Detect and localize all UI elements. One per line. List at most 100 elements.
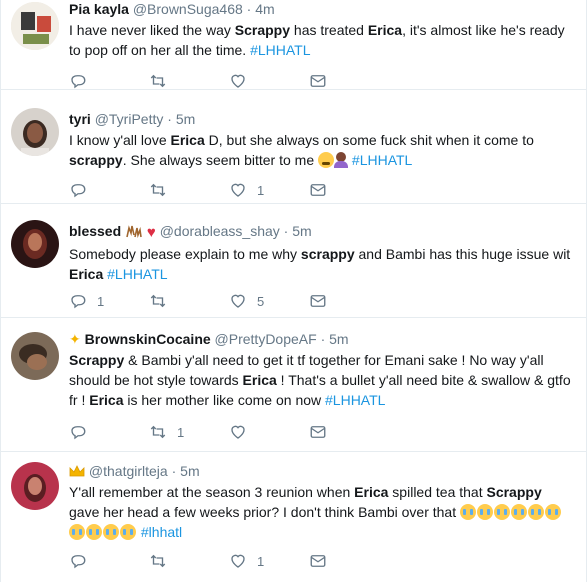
avatar[interactable] [11, 2, 59, 50]
retweet-button[interactable] [149, 552, 229, 570]
like-button[interactable]: 1 [229, 181, 309, 199]
display-name[interactable]: tyri [69, 111, 91, 127]
tweet-actions: 1 [69, 422, 389, 442]
reply-button[interactable] [69, 552, 149, 570]
highlighted-keyword: Scrappy [69, 352, 125, 368]
like-button[interactable]: 1 [229, 552, 309, 570]
like-count: 5 [257, 293, 265, 309]
hashtag-link[interactable]: #LHHATL [325, 392, 385, 408]
cry-emoji [477, 504, 494, 520]
cry-emoji [511, 504, 528, 520]
like-button[interactable]: 5 [229, 292, 309, 310]
heart-icon [231, 554, 245, 568]
highlighted-keyword: Scrappy [486, 484, 542, 500]
highlighted-keyword: Erica [170, 132, 205, 148]
user-handle[interactable]: @TyriPetty [95, 111, 164, 127]
retweet-icon [150, 183, 166, 197]
avatar[interactable] [11, 462, 59, 510]
reply-button[interactable] [69, 423, 149, 441]
user-handle[interactable]: @PrettyDopeAF [215, 331, 317, 347]
timestamp[interactable]: 5m [180, 463, 199, 479]
display-name[interactable]: BrownskinCocaine [85, 331, 211, 347]
separator-dot: · [171, 463, 177, 479]
tweet-text: Scrappy & Bambi y'all need to get it tf … [69, 350, 574, 410]
reply-button[interactable]: 1 [69, 292, 149, 310]
like-button[interactable] [229, 423, 309, 441]
tweet-actions [69, 71, 389, 91]
reply-icon [71, 184, 86, 198]
reply-icon [71, 426, 86, 440]
persevere-emoji [318, 152, 335, 168]
separator-dot: · [246, 1, 252, 17]
retweet-icon [150, 425, 166, 439]
avatar[interactable] [11, 220, 59, 268]
timestamp[interactable]: 5m [292, 223, 311, 239]
raised-hands-emoji [126, 225, 142, 238]
text-run: Somebody please explain to me why [69, 246, 301, 262]
cry-emoji [528, 504, 545, 520]
retweet-button[interactable] [149, 72, 229, 90]
direct-message-button[interactable] [309, 423, 389, 441]
hashtag-link[interactable]: #LHHATL [352, 152, 412, 168]
like-button[interactable] [229, 72, 309, 90]
red-heart-emoji: ♥ [146, 224, 156, 241]
highlighted-keyword: scrappy [300, 246, 355, 262]
retweet-icon [150, 554, 166, 568]
tweet-text: Y'all remember at the season 3 reunion w… [69, 482, 574, 542]
heart-icon [231, 294, 245, 308]
text-run: is her mother like come on now [123, 392, 326, 408]
retweet-button[interactable] [149, 181, 229, 199]
tweet[interactable]: blessed ♥ @dorableass_shay · 5m Somebody… [1, 204, 586, 318]
envelope-icon [310, 184, 326, 196]
display-name[interactable]: blessed [69, 223, 121, 239]
retweet-button[interactable] [149, 292, 229, 310]
like-count: 1 [257, 182, 265, 198]
retweet-button[interactable]: 1 [149, 423, 229, 441]
avatar[interactable] [11, 332, 59, 380]
direct-message-button[interactable] [309, 552, 389, 570]
tweet[interactable]: ✦ BrownskinCocaine @PrettyDopeAF · 5m Sc… [1, 318, 586, 452]
user-handle[interactable]: @dorableass_shay [160, 223, 280, 239]
hashtag-link[interactable]: #LHHATL [250, 42, 310, 58]
timestamp[interactable]: 5m [176, 111, 195, 127]
reply-button[interactable] [69, 72, 149, 90]
timestamp[interactable]: 5m [329, 331, 348, 347]
heart-icon [231, 425, 245, 439]
woman-emoji [334, 152, 349, 168]
tweet-timeline: Pia kayla @BrownSuga468 · 4m I have neve… [0, 0, 587, 582]
envelope-icon [310, 426, 326, 438]
tweet-header: @thatgirlteja · 5m [69, 462, 574, 480]
envelope-icon [310, 555, 326, 567]
cry-emoji [545, 504, 562, 520]
direct-message-button[interactable] [309, 181, 389, 199]
user-handle[interactable]: @BrownSuga468 [133, 1, 243, 17]
text-run: has treated [290, 22, 368, 38]
tweet[interactable]: tyri @TyriPetty · 5m I know y'all love E… [1, 90, 586, 204]
display-name[interactable]: Pia kayla [69, 1, 129, 17]
reply-button[interactable] [69, 181, 149, 199]
tweet[interactable]: Pia kayla @BrownSuga468 · 4m I have neve… [1, 0, 586, 90]
heart-icon [231, 183, 245, 197]
text-run: I have never liked the way [69, 22, 235, 38]
tweet[interactable]: @thatgirlteja · 5m Y'all remember at the… [1, 452, 586, 582]
crown-emoji [69, 465, 85, 477]
user-handle[interactable]: @thatgirlteja [89, 463, 168, 479]
text-run: D, but she always on some fuck shit when… [204, 132, 534, 148]
timestamp[interactable]: 4m [255, 1, 274, 17]
heart-icon [231, 74, 245, 88]
avatar[interactable] [11, 108, 59, 156]
highlighted-keyword: Erica [89, 392, 124, 408]
text-run: I know y'all love [69, 132, 171, 148]
tweet-actions: 1 5 [69, 291, 389, 311]
reply-count: 1 [97, 293, 105, 309]
envelope-icon [310, 295, 326, 307]
tweet-header: tyri @TyriPetty · 5m [69, 110, 574, 128]
text-run: Y'all remember at the season 3 reunion w… [69, 484, 355, 500]
tweet-text: Somebody please explain to me why scrapp… [69, 244, 574, 284]
direct-message-button[interactable] [309, 292, 389, 310]
hashtag-link[interactable]: #lhhatl [141, 524, 182, 540]
hashtag-link[interactable]: #LHHATL [107, 266, 167, 282]
cry-emoji [69, 524, 85, 540]
tweet-actions: 1 [69, 180, 389, 200]
direct-message-button[interactable] [309, 72, 389, 90]
